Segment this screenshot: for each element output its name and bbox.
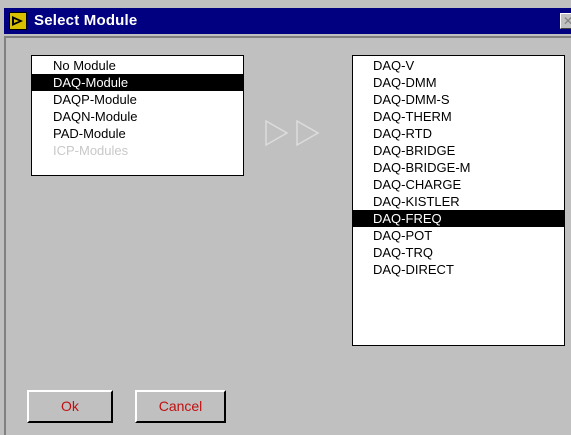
list-item[interactable]: DAQ-TRQ (353, 244, 564, 261)
list-item[interactable]: DAQ-CHARGE (353, 176, 564, 193)
close-icon: ✕ (563, 14, 571, 28)
list-item: ICP-Modules (53, 143, 129, 158)
labview-vi-icon (9, 12, 27, 30)
list-item[interactable]: PAD-Module (32, 125, 243, 142)
list-item[interactable]: DAQ-DMM-S (353, 91, 564, 108)
list-item[interactable]: DAQ-DMM (353, 74, 564, 91)
list-item[interactable]: DAQ-FREQ (353, 210, 564, 227)
list-item[interactable]: DAQ-DIRECT (353, 261, 564, 278)
list-item[interactable]: DAQ-RTD (353, 125, 564, 142)
list-item[interactable]: DAQ-POT (353, 227, 564, 244)
list-item[interactable]: DAQ-V (353, 57, 564, 74)
list-item[interactable]: DAQ-THERM (353, 108, 564, 125)
module-variant-list[interactable]: DAQ-V DAQ-DMM DAQ-DMM-S DAQ-THERM DAQ-RTD DAQ… (352, 55, 565, 346)
select-module-dialog: Select Module ✕ No Module DAQ-Module DAQP-… (0, 0, 571, 435)
double-arrow-right-icon (264, 118, 334, 148)
list-item[interactable]: DAQ-BRIDGE-M (353, 159, 564, 176)
list-item[interactable]: No Module (32, 57, 243, 74)
list-item[interactable]: DAQ-BRIDGE (353, 142, 564, 159)
list-item[interactable]: DAQ-Module (32, 74, 243, 91)
module-type-list[interactable]: No Module DAQ-Module DAQP-Module DAQN-Modul… (31, 55, 244, 176)
title-bar[interactable]: Select Module ✕ (4, 8, 571, 34)
close-button[interactable]: ✕ (560, 13, 571, 29)
list-item[interactable]: DAQN-Module (32, 108, 243, 125)
window-title: Select Module (34, 12, 138, 29)
ok-button[interactable]: Ok (27, 390, 113, 423)
dialog-body: No Module DAQ-Module DAQP-Module DAQN-Modul… (4, 36, 571, 435)
list-item[interactable]: DAQ-KISTLER (353, 193, 564, 210)
cancel-button[interactable]: Cancel (135, 390, 226, 423)
list-item[interactable]: DAQP-Module (32, 91, 243, 108)
